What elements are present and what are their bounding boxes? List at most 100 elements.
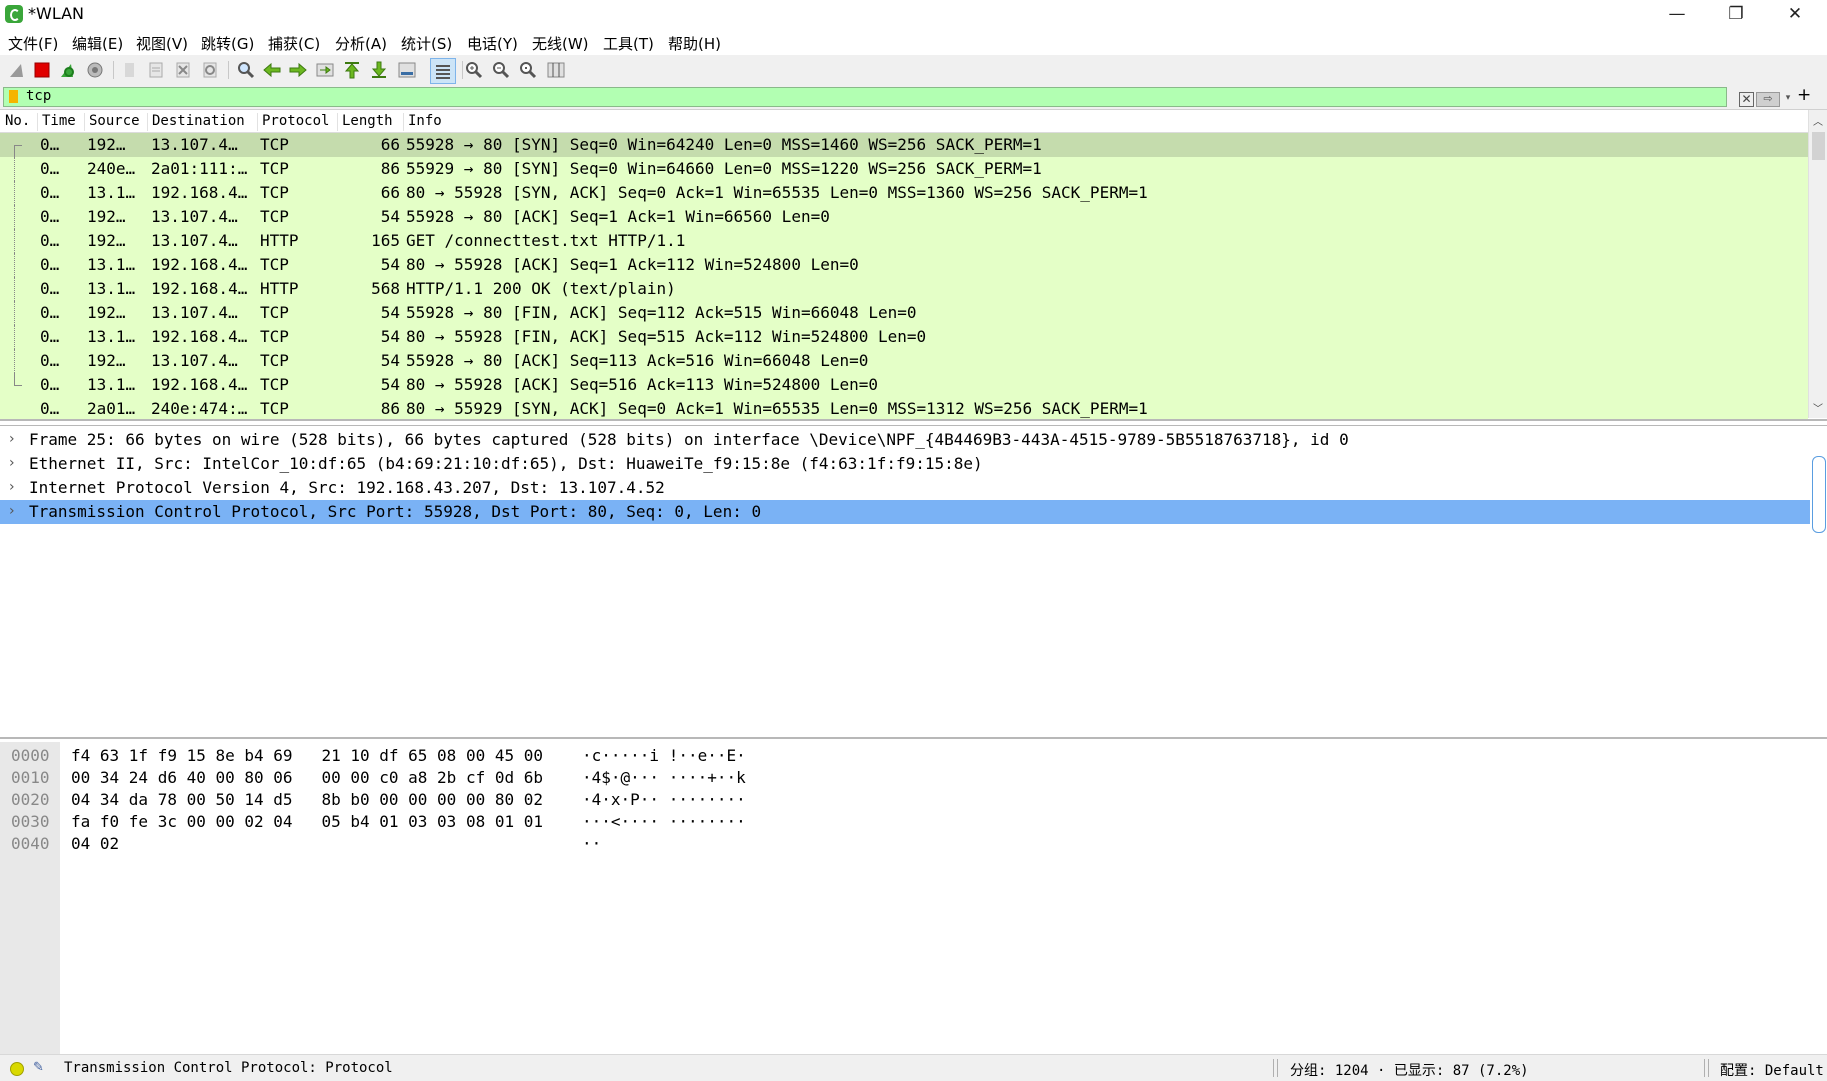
- byte-offset: 0020: [11, 790, 50, 809]
- expand-chevron-icon[interactable]: ›: [9, 479, 15, 495]
- scroll-down-icon[interactable]: ﹀: [1813, 400, 1823, 415]
- find-packet-icon[interactable]: [236, 60, 256, 80]
- expand-chevron-icon[interactable]: ›: [9, 503, 15, 519]
- packet-row[interactable]: 0… 13.1… 192.168.4… TCP 66 80 → 55928 [SYN, A…: [0, 181, 1808, 205]
- packet-row[interactable]: 0… 13.1… 192.168.4… TCP 54 80 → 55928 [FIN, A…: [0, 325, 1808, 349]
- menu-view[interactable]: 视图(V): [136, 33, 188, 54]
- ascii-bytes[interactable]: ·4·x·P·· ········: [582, 790, 746, 809]
- column-header-destination[interactable]: Destination: [147, 113, 260, 131]
- menu-telephony[interactable]: 电话(Y): [467, 33, 518, 54]
- expert-info-icon[interactable]: [10, 1062, 24, 1076]
- detail-row-ipv4[interactable]: › Internet Protocol Version 4, Src: 192.…: [0, 476, 1810, 500]
- detail-row-frame[interactable]: › Frame 25: 66 bytes on wire (528 bits),…: [0, 428, 1810, 452]
- packet-length-cell: 54: [380, 327, 400, 346]
- normal-size-icon[interactable]: [518, 60, 538, 80]
- detail-text: Transmission Control Protocol, Src Port:…: [29, 502, 762, 521]
- detail-row-ethernet[interactable]: › Ethernet II, Src: IntelCor_10:df:65 (b…: [0, 452, 1810, 476]
- clear-filter-icon[interactable]: ✕: [1739, 92, 1754, 107]
- packet-length-cell: 54: [380, 375, 400, 394]
- go-to-packet-icon[interactable]: [315, 60, 335, 80]
- add-filter-button-icon[interactable]: +: [1797, 85, 1811, 105]
- menu-help[interactable]: 帮助(H): [668, 33, 721, 54]
- ascii-bytes[interactable]: ··: [582, 834, 601, 853]
- hex-bytes[interactable]: 04 02: [71, 834, 119, 853]
- capture-options-icon[interactable]: [85, 60, 105, 80]
- packet-length-cell: 165: [371, 231, 400, 250]
- ascii-bytes[interactable]: ···<···· ········: [582, 812, 746, 831]
- column-header-info[interactable]: Info: [403, 113, 1808, 131]
- close-file-icon[interactable]: [173, 60, 193, 80]
- packet-info-cell: 80 → 55928 [ACK] Seq=516 Ack=113 Win=524…: [406, 375, 879, 394]
- zoom-in-icon[interactable]: [464, 60, 484, 80]
- expand-chevron-icon[interactable]: ›: [9, 431, 15, 447]
- reload-file-icon[interactable]: [200, 60, 220, 80]
- column-header-time[interactable]: Time: [37, 113, 84, 131]
- hex-bytes[interactable]: 04 34 da 78 00 50 14 d5 8b b0 00 00 00 0…: [71, 790, 543, 809]
- filter-history-dropdown-icon[interactable]: ▾: [1782, 92, 1794, 105]
- status-profile[interactable]: 配置: Default: [1720, 1060, 1824, 1080]
- packet-list-header: No. Time Source Destination Protocol Len…: [0, 110, 1808, 133]
- resize-columns-icon[interactable]: [546, 60, 566, 80]
- menu-tools[interactable]: 工具(T): [603, 33, 654, 54]
- scroll-up-icon[interactable]: ︿: [1813, 113, 1823, 128]
- go-last-icon[interactable]: [369, 60, 389, 80]
- detail-row-tcp[interactable]: › Transmission Control Protocol, Src Por…: [0, 500, 1810, 524]
- packet-row[interactable]: 0… 13.1… 192.168.4… HTTP 568 HTTP/1.1 200 OK …: [0, 277, 1808, 301]
- packet-row[interactable]: 0… 192… 13.107.4… TCP 66 55928 → 80 [SYN] Seq…: [0, 133, 1808, 157]
- conversation-line: [14, 277, 16, 301]
- zoom-out-icon[interactable]: [491, 60, 511, 80]
- maximize-button[interactable]: ❐: [1706, 0, 1766, 29]
- packet-row[interactable]: 0… 240e… 2a01:111:… TCP 86 55929 → 80 [SYN] S…: [0, 157, 1808, 181]
- expand-chevron-icon[interactable]: ›: [9, 455, 15, 471]
- menu-wireless[interactable]: 无线(W): [532, 33, 589, 54]
- apply-filter-icon[interactable]: ⇨: [1756, 92, 1780, 107]
- menu-analyze[interactable]: 分析(A): [335, 33, 387, 54]
- hex-bytes[interactable]: 00 34 24 d6 40 00 80 06 00 00 c0 a8 2b c…: [71, 768, 543, 787]
- ascii-bytes[interactable]: ·c·····i !··e··E·: [582, 746, 746, 765]
- conversation-start-marker: [14, 145, 22, 146]
- packet-source-cell: 13.1…: [87, 183, 136, 202]
- conversation-line: [14, 181, 16, 205]
- go-first-icon[interactable]: [342, 60, 362, 80]
- save-file-icon[interactable]: [146, 60, 166, 80]
- minimize-button[interactable]: —: [1647, 0, 1707, 29]
- packet-protocol-cell: HTTP: [260, 279, 299, 298]
- go-back-icon[interactable]: [262, 60, 282, 80]
- column-header-length[interactable]: Length: [337, 113, 405, 131]
- menu-edit[interactable]: 编辑(E): [72, 33, 123, 54]
- menu-statistics[interactable]: 统计(S): [401, 33, 452, 54]
- packet-row[interactable]: 0… 192… 13.107.4… HTTP 165 GET /connecttest.t…: [0, 229, 1808, 253]
- display-filter-input[interactable]: tcp ✕ ⇨ ▾: [3, 87, 1790, 107]
- packet-row[interactable]: 0… 192… 13.107.4… TCP 54 55928 → 80 [ACK] Seq…: [0, 349, 1808, 373]
- menu-capture[interactable]: 捕获(C): [268, 33, 320, 54]
- filter-bookmark-icon[interactable]: [9, 90, 18, 103]
- ascii-bytes[interactable]: ·4$·@··· ····+··k: [582, 768, 746, 787]
- detail-text: Frame 25: 66 bytes on wire (528 bits), 6…: [29, 430, 1349, 449]
- hex-bytes[interactable]: fa f0 fe 3c 00 00 02 04 05 b4 01 03 03 0…: [71, 812, 543, 831]
- column-header-source[interactable]: Source: [84, 113, 150, 131]
- menu-file[interactable]: 文件(F): [8, 33, 58, 54]
- shark-fin-start-icon[interactable]: [7, 60, 27, 80]
- packet-row[interactable]: 0… 13.1… 192.168.4… TCP 54 80 → 55928 [ACK] S…: [0, 253, 1808, 277]
- column-header-no[interactable]: No.: [1, 113, 40, 131]
- capture-comment-icon[interactable]: ✎: [33, 1060, 47, 1075]
- packet-info-cell: 55929 → 80 [SYN] Seq=0 Win=64660 Len=0 M…: [406, 159, 1042, 178]
- restart-capture-icon[interactable]: [58, 60, 78, 80]
- colorize-icon[interactable]: [430, 58, 456, 84]
- conversation-line: [14, 301, 16, 325]
- packet-list-scrollbar[interactable]: ︿ ﹀: [1808, 110, 1827, 418]
- column-header-protocol[interactable]: Protocol: [257, 113, 340, 131]
- hex-bytes[interactable]: f4 63 1f f9 15 8e b4 69 21 10 df 65 08 0…: [71, 746, 543, 765]
- packet-row[interactable]: 0… 192… 13.107.4… TCP 54 55928 → 80 [ACK] Seq…: [0, 205, 1808, 229]
- go-forward-icon[interactable]: [288, 60, 308, 80]
- close-button[interactable]: ✕: [1765, 0, 1825, 29]
- packet-row[interactable]: 0… 13.1… 192.168.4… TCP 54 80 → 55928 [ACK] S…: [0, 373, 1808, 397]
- menu-go[interactable]: 跳转(G): [201, 33, 254, 54]
- stop-capture-icon[interactable]: [32, 60, 52, 80]
- autoscroll-icon[interactable]: [397, 60, 417, 80]
- packet-row[interactable]: 0… 192… 13.107.4… TCP 54 55928 → 80 [FIN, ACK…: [0, 301, 1808, 325]
- details-scrollbar[interactable]: [1812, 456, 1826, 533]
- open-file-icon[interactable]: [120, 60, 140, 80]
- packet-row[interactable]: 0… 2a01… 240e:474:… TCP 86 80 → 55929 [SYN, A…: [0, 397, 1808, 419]
- scrollbar-thumb[interactable]: [1812, 132, 1825, 160]
